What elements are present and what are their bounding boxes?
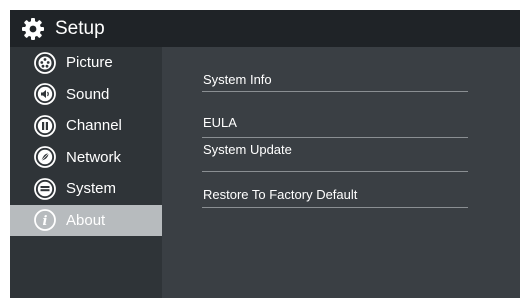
menu-item-label: EULA [203, 115, 237, 130]
sidebar-item-system[interactable]: System [10, 173, 162, 205]
channel-icon [34, 114, 56, 137]
sound-icon [34, 83, 56, 106]
sidebar-item-picture[interactable]: Picture [10, 47, 162, 79]
menu-item-restore-factory-default[interactable]: Restore To Factory Default [202, 182, 468, 207]
about-menu: System Info EULA System Update Restore T… [162, 47, 520, 298]
gear-icon [22, 17, 44, 40]
tv-setup-screen: Setup Picture Sound Channel Network Syst… [10, 10, 520, 298]
sidebar: Picture Sound Channel Network System i A… [10, 47, 162, 298]
menu-item-label: System Info [203, 72, 272, 87]
menu-item-system-update[interactable]: System Update [202, 137, 468, 162]
svg-text:i: i [43, 214, 48, 229]
info-icon: i [34, 209, 56, 232]
sidebar-item-label: Sound [66, 85, 110, 103]
sidebar-item-network[interactable]: Network [10, 142, 162, 174]
sidebar-item-label: Picture [66, 54, 113, 72]
menu-item-eula[interactable]: EULA [202, 109, 468, 137]
network-icon [34, 146, 56, 169]
divider [202, 91, 468, 92]
divider [202, 207, 468, 208]
sidebar-item-about[interactable]: i About [10, 204, 162, 236]
system-icon [34, 177, 56, 200]
header-bar: Setup [10, 10, 520, 47]
sidebar-item-label: Channel [66, 117, 122, 135]
picture-icon [34, 51, 56, 74]
sidebar-item-channel[interactable]: Channel [10, 110, 162, 142]
menu-item-system-info[interactable]: System Info [202, 68, 468, 92]
menu-item-label: Restore To Factory Default [203, 187, 358, 202]
page-title: Setup [55, 17, 105, 39]
sidebar-item-label: About [66, 211, 106, 229]
sidebar-item-label: System [66, 180, 117, 198]
menu-item-label: System Update [203, 142, 292, 157]
sidebar-item-label: Network [66, 148, 122, 166]
sidebar-item-sound[interactable]: Sound [10, 79, 162, 111]
